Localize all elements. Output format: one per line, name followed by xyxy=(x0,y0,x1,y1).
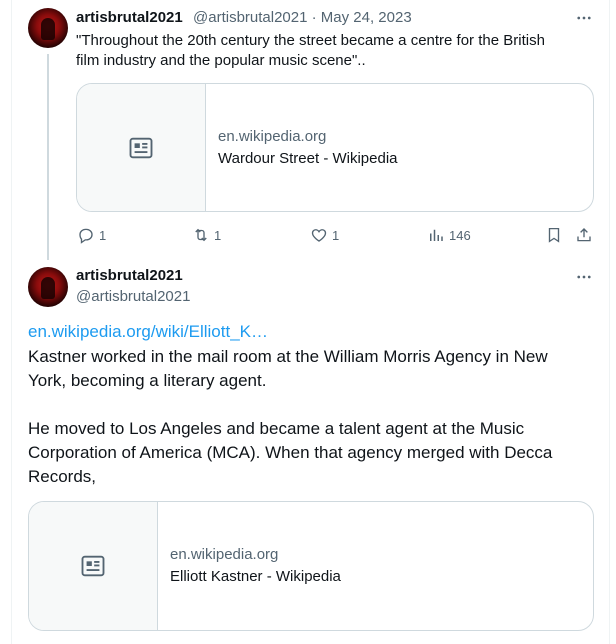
views-button[interactable]: 146 xyxy=(427,226,471,244)
author-handle[interactable]: @artisbrutal2021 xyxy=(76,288,190,305)
link-card[interactable]: en.wikipedia.org Elliott Kastner - Wikip… xyxy=(28,501,594,631)
avatar[interactable] xyxy=(28,267,68,307)
tweet-text-line: He moved to Los Angeles and became a tal… xyxy=(28,419,525,438)
tweet-text-line: Kastner worked in the mail room at the W… xyxy=(28,347,548,366)
card-thumbnail xyxy=(29,502,158,630)
avatar[interactable] xyxy=(28,8,68,48)
card-meta: en.wikipedia.org Elliott Kastner - Wikip… xyxy=(158,502,341,630)
like-button[interactable]: 1 xyxy=(310,226,339,244)
retweet-icon xyxy=(195,228,207,242)
card-domain: en.wikipedia.org xyxy=(218,127,327,145)
views-count: 146 xyxy=(449,227,471,243)
tweet-text-line: Records, xyxy=(28,467,97,486)
card-domain: en.wikipedia.org xyxy=(170,546,279,563)
author-name[interactable]: artisbrutal2021 xyxy=(76,9,183,26)
reply-button[interactable]: 1 xyxy=(77,226,106,244)
card-title: Wardour Street - Wikipedia xyxy=(218,149,398,167)
reply-count: 1 xyxy=(99,227,107,243)
share-button[interactable] xyxy=(575,226,593,244)
more-horizontal-icon[interactable] xyxy=(574,9,594,29)
retweet-count: 1 xyxy=(214,227,222,243)
bookmark-button[interactable] xyxy=(545,226,563,244)
heart-icon xyxy=(311,229,327,242)
tweet-text-line: film industry and the popular music scen… xyxy=(76,52,366,69)
card-meta: en.wikipedia.org Wardour Street - Wikipe… xyxy=(206,84,398,211)
reply-icon xyxy=(79,228,93,244)
thread-connector-line xyxy=(47,54,49,260)
views-chart-icon xyxy=(430,229,443,241)
article-icon xyxy=(129,137,153,158)
bookmark-icon xyxy=(548,227,560,243)
tweet-text-line: York, becoming a literary agent. xyxy=(28,371,267,390)
tweet-text: "Throughout the 20th century the street … xyxy=(76,31,596,71)
tweet-text-line: "Throughout the 20th century the street … xyxy=(76,32,545,49)
article-icon xyxy=(81,555,105,577)
card-title: Elliott Kastner - Wikipedia xyxy=(170,568,341,585)
card-thumbnail xyxy=(77,84,206,211)
author-handle-date[interactable]: @artisbrutal2021 · May 24, 2023 xyxy=(193,9,412,26)
link-card[interactable]: en.wikipedia.org Wardour Street - Wikipe… xyxy=(76,83,594,212)
tweet-text-line: Corporation of America (MCA). When that … xyxy=(28,443,553,462)
more-horizontal-icon[interactable] xyxy=(574,268,594,288)
like-count: 1 xyxy=(332,227,340,243)
tweet-text: Kastner worked in the mail room at the W… xyxy=(28,345,598,489)
author-name[interactable]: artisbrutal2021 xyxy=(76,267,183,284)
tweet-link[interactable]: en.wikipedia.org/wiki/Elliott_K… xyxy=(28,322,268,342)
share-icon xyxy=(577,228,591,242)
retweet-button[interactable]: 1 xyxy=(192,226,221,244)
